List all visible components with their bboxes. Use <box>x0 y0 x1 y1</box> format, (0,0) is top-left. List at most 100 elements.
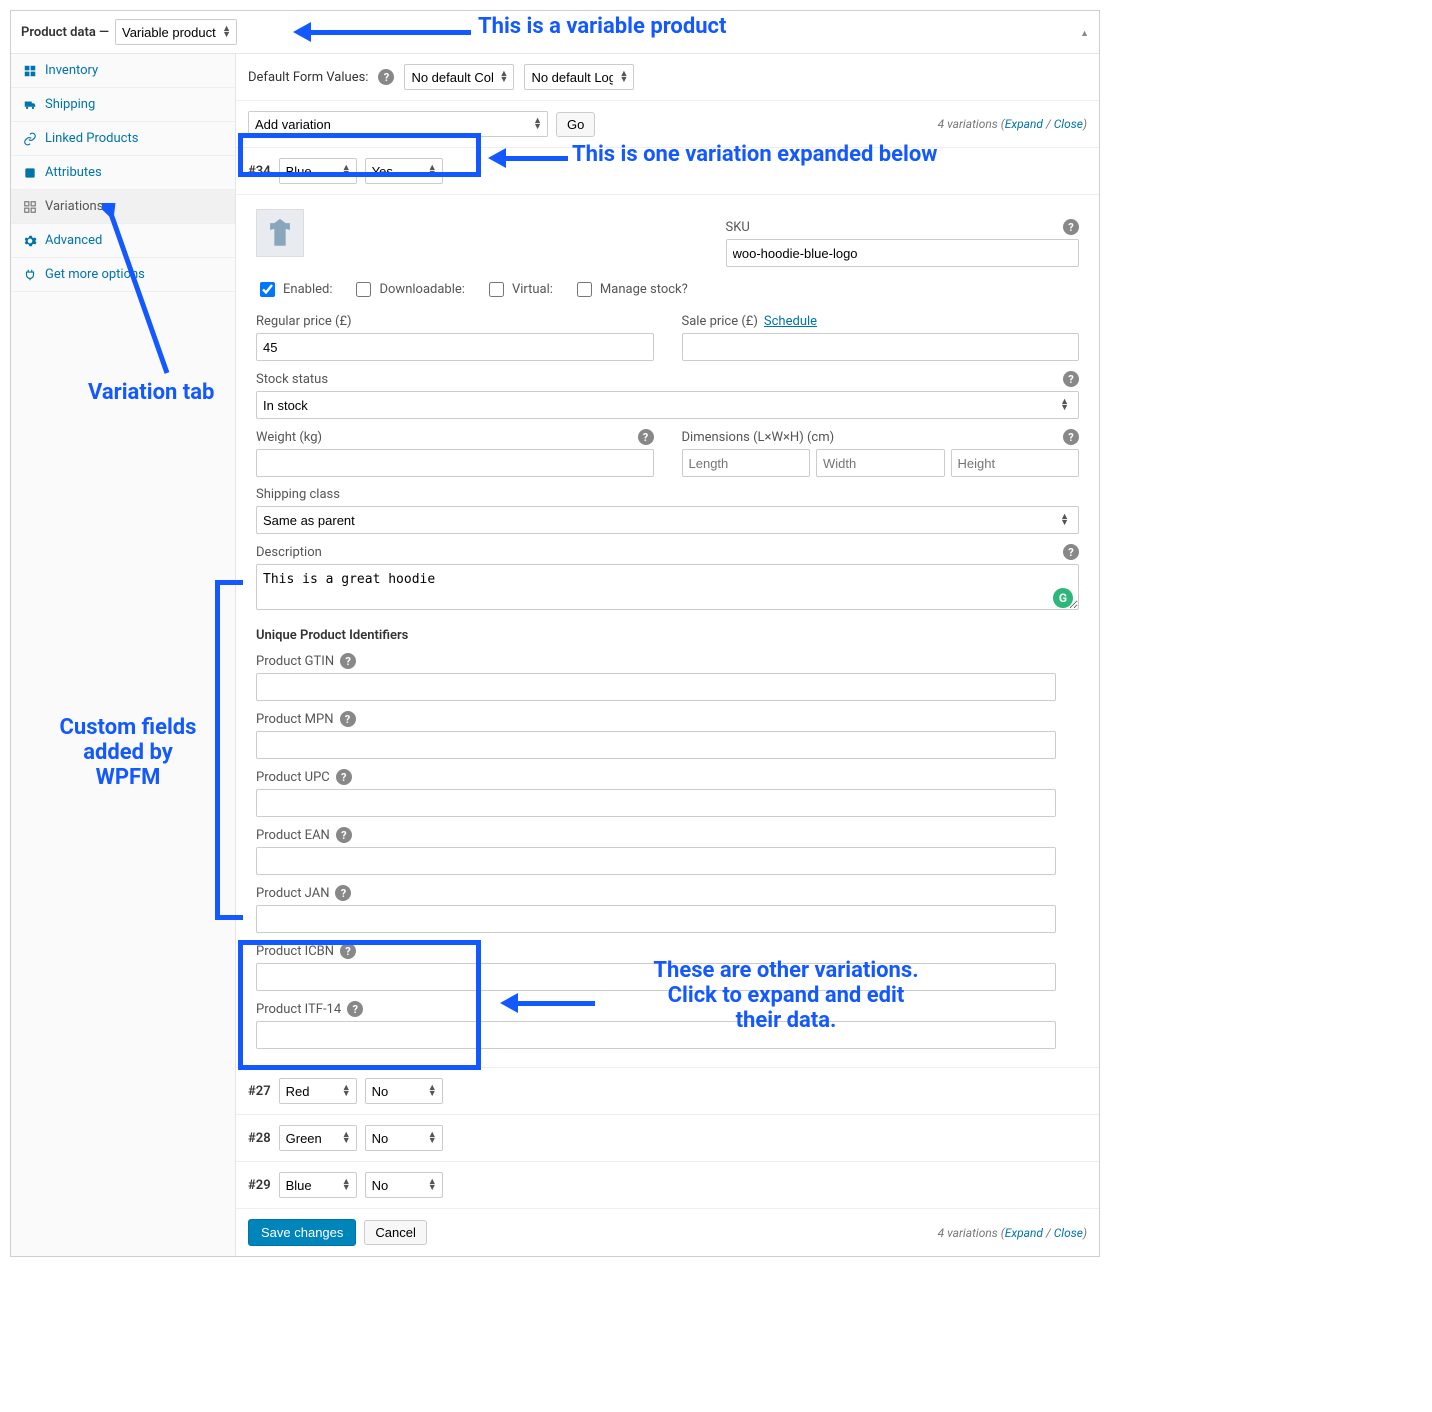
sale-price-input[interactable] <box>682 333 1080 361</box>
add-variation-select[interactable]: Add variation <box>248 111 548 137</box>
tab-label: Variations <box>45 199 103 214</box>
upi-label: Product ITF-14 <box>256 1002 341 1017</box>
weight-input[interactable] <box>256 449 654 477</box>
help-icon[interactable]: ? <box>347 1001 363 1017</box>
upi-title: Unique Product Identifiers <box>256 628 1079 643</box>
add-variation-row: Add variation ▲▼ Go 4 variations (Expand… <box>236 101 1099 148</box>
tab-inventory[interactable]: Inventory <box>11 54 235 87</box>
help-icon[interactable]: ? <box>378 69 394 85</box>
description-label: Description <box>256 545 322 560</box>
tab-linked-products[interactable]: Linked Products <box>11 122 235 155</box>
weight-label: Weight (kg) <box>256 430 322 445</box>
product-type-select[interactable]: Variable product <box>115 19 237 45</box>
dimensions-label: Dimensions (L×W×H) (cm) <box>682 430 835 445</box>
variation-row-34[interactable]: #34 Blue▲▼ Yes▲▼ <box>236 148 1099 195</box>
description-textarea[interactable]: This is a great hoodie <box>256 564 1079 610</box>
variation-logo-select[interactable]: No <box>365 1078 443 1104</box>
upi-label: Product EAN <box>256 828 330 843</box>
upi-input[interactable] <box>256 673 1056 701</box>
variation-checks: Enabled: Downloadable: Virtual: Manage s… <box>256 279 1079 300</box>
save-button[interactable]: Save changes <box>248 1219 356 1246</box>
tab-label: Attributes <box>45 165 102 180</box>
enabled-check[interactable]: Enabled: <box>256 279 332 300</box>
tab-advanced[interactable]: Advanced <box>11 224 235 257</box>
variation-color-select[interactable]: Blue <box>279 158 357 184</box>
upi-input[interactable] <box>256 963 1056 991</box>
variation-id: #34 <box>248 164 271 179</box>
default-form-values-row: Default Form Values: ? No default Color…… <box>236 54 1099 101</box>
default-form-values-label: Default Form Values: <box>248 70 368 85</box>
panel-header: Product data — Variable product ▲▼ <box>11 11 1099 54</box>
cancel-button[interactable]: Cancel <box>364 1220 426 1245</box>
product-data-tabs: Inventory Shipping Linked Products Attri… <box>11 54 236 1256</box>
variation-color-select[interactable]: Red <box>279 1078 357 1104</box>
expand-link[interactable]: Expand <box>1005 117 1043 131</box>
product-data-panel: Product data — Variable product ▲▼ Inven… <box>10 10 1100 1257</box>
width-input[interactable] <box>816 449 945 477</box>
help-icon[interactable]: ? <box>340 711 356 727</box>
variation-color-select[interactable]: Blue <box>279 1172 357 1198</box>
stock-status-select[interactable]: In stock <box>256 391 1079 419</box>
variation-row[interactable]: #27Red▲▼No▲▼ <box>236 1068 1099 1115</box>
variations-count-bottom: 4 variations (Expand / Close) <box>938 1226 1087 1240</box>
variation-id: #28 <box>248 1131 271 1146</box>
collapse-panel-toggle[interactable] <box>1080 26 1089 39</box>
default-color-select[interactable]: No default Color… <box>404 64 514 90</box>
length-input[interactable] <box>682 449 811 477</box>
upi-label: Product UPC <box>256 770 330 785</box>
upi-input[interactable] <box>256 1021 1056 1049</box>
upi-label: Product MPN <box>256 712 334 727</box>
regular-price-input[interactable] <box>256 333 654 361</box>
downloadable-check[interactable]: Downloadable: <box>352 279 464 300</box>
close-link[interactable]: Close <box>1054 117 1083 131</box>
variation-logo-select[interactable]: No <box>365 1172 443 1198</box>
schedule-link[interactable]: Schedule <box>764 314 817 329</box>
help-icon[interactable]: ? <box>340 943 356 959</box>
variation-thumbnail[interactable] <box>256 209 304 257</box>
help-icon[interactable]: ? <box>336 827 352 843</box>
upi-input[interactable] <box>256 731 1056 759</box>
help-icon[interactable]: ? <box>1063 544 1079 560</box>
variation-id: #29 <box>248 1178 271 1193</box>
grammarly-icon: G <box>1053 588 1073 608</box>
variations-content: Default Form Values: ? No default Color…… <box>236 54 1099 1256</box>
tab-attributes[interactable]: Attributes <box>11 156 235 189</box>
help-icon[interactable]: ? <box>340 653 356 669</box>
help-icon[interactable]: ? <box>335 885 351 901</box>
go-button[interactable]: Go <box>556 112 595 137</box>
virtual-check[interactable]: Virtual: <box>485 279 553 300</box>
variation-color-select[interactable]: Green <box>279 1125 357 1151</box>
shipping-class-select[interactable]: Same as parent <box>256 506 1079 534</box>
upi-input[interactable] <box>256 905 1056 933</box>
help-icon[interactable]: ? <box>1063 429 1079 445</box>
tab-more-options[interactable]: Get more options <box>11 258 235 291</box>
tab-variations[interactable]: Variations <box>11 190 235 223</box>
help-icon[interactable]: ? <box>638 429 654 445</box>
plugin-icon <box>23 268 37 282</box>
gear-icon <box>23 234 37 248</box>
upi-input[interactable] <box>256 847 1056 875</box>
default-logo-select[interactable]: No default Logo… <box>524 64 634 90</box>
variation-row[interactable]: #28Green▲▼No▲▼ <box>236 1115 1099 1162</box>
help-icon[interactable]: ? <box>336 769 352 785</box>
variation-logo-select[interactable]: No <box>365 1125 443 1151</box>
upi-input[interactable] <box>256 789 1056 817</box>
expand-link[interactable]: Expand <box>1005 1226 1043 1240</box>
height-input[interactable] <box>951 449 1080 477</box>
close-link[interactable]: Close <box>1054 1226 1083 1240</box>
help-icon[interactable]: ? <box>1063 219 1079 235</box>
manage-stock-check[interactable]: Manage stock? <box>573 279 688 300</box>
sale-price-label: Sale price (£) <box>682 314 758 329</box>
sku-label: SKU <box>726 220 750 235</box>
variation-logo-select[interactable]: Yes <box>365 158 443 184</box>
sku-input[interactable] <box>726 239 1080 267</box>
variation-expanded: SKU ? Enabled: Downloadable: Virtual: Ma… <box>236 195 1099 1068</box>
variation-row[interactable]: #29Blue▲▼No▲▼ <box>236 1162 1099 1209</box>
tab-label: Inventory <box>45 63 98 78</box>
help-icon[interactable]: ? <box>1063 371 1079 387</box>
tab-label: Advanced <box>45 233 102 248</box>
save-row: Save changes Cancel 4 variations (Expand… <box>236 1209 1099 1256</box>
panel-title: Product data — <box>21 25 109 40</box>
shipping-icon <box>23 98 37 112</box>
tab-shipping[interactable]: Shipping <box>11 88 235 121</box>
